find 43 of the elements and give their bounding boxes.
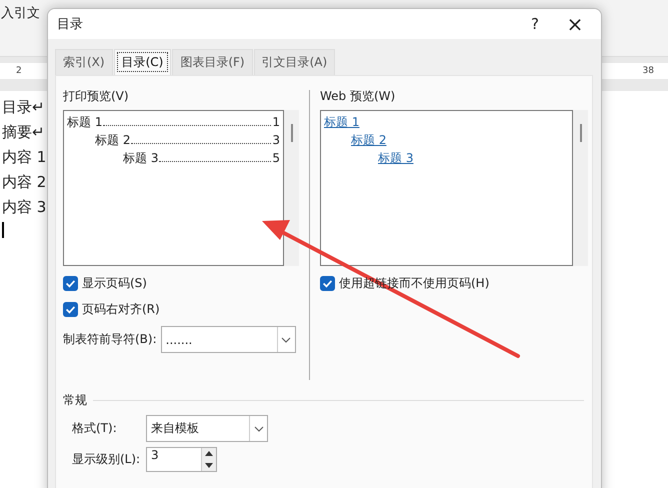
toc-entry: 标题 2 [95,132,130,149]
page-number: 1 [272,114,280,131]
close-button[interactable]: × [555,10,595,38]
tab[interactable]: 引文目录(A) [254,49,336,75]
checkbox-label[interactable]: 显示页码(S) [82,275,147,292]
ruler-number: 2 [16,66,22,76]
tab-leader-label: 制表符前导符(B): [63,331,157,348]
toc-entry: 标题 3 [123,150,158,167]
toc-link[interactable]: 标题 2 [351,133,386,147]
document-text: 内容 3 [2,197,46,217]
help-button[interactable]: ? [515,10,555,38]
document-text: 目录↵ [2,97,45,117]
print-preview-label: 打印预览(V) [63,88,130,105]
spin-down-icon[interactable] [202,460,216,471]
checkbox[interactable] [320,276,335,291]
dialog-title: 目录 [57,16,83,33]
checkbox-label[interactable]: 页码右对齐(R) [82,301,160,318]
web-preview-label: Web 预览(W) [320,88,396,105]
toc-entry: 标题 1 [67,114,102,131]
spin-up-icon[interactable] [202,448,216,460]
levels-spinbox[interactable]: 3 [146,447,217,472]
tab[interactable]: 图表目录(F) [172,49,253,75]
toc-link[interactable]: 标题 3 [378,151,414,165]
checkbox[interactable] [63,302,78,317]
section-heading: 常规 [63,392,87,409]
tab-leader-dropdown[interactable]: ....... [160,326,296,353]
ribbon-label[interactable]: 入引文 [1,4,40,22]
text-cursor [2,222,4,238]
scrollbar[interactable] [573,110,588,266]
levels-label: 显示级别(L): [72,451,142,468]
tab[interactable]: 索引(X) [55,49,113,75]
document-text: 内容 2 [2,172,46,192]
ruler-number: 38 [642,66,654,76]
document-text: 内容 1 [2,147,46,167]
page-number: 5 [272,150,280,167]
tab[interactable]: 目录(C) [114,49,172,75]
format-dropdown[interactable]: 来自模板 [146,415,268,442]
format-label: 格式(T): [72,420,118,437]
scrollbar[interactable] [284,110,299,266]
page-number: 3 [272,132,280,149]
checkbox[interactable] [63,276,78,291]
document-text: 摘要↵ [2,122,45,142]
toc-link[interactable]: 标题 1 [324,115,360,129]
